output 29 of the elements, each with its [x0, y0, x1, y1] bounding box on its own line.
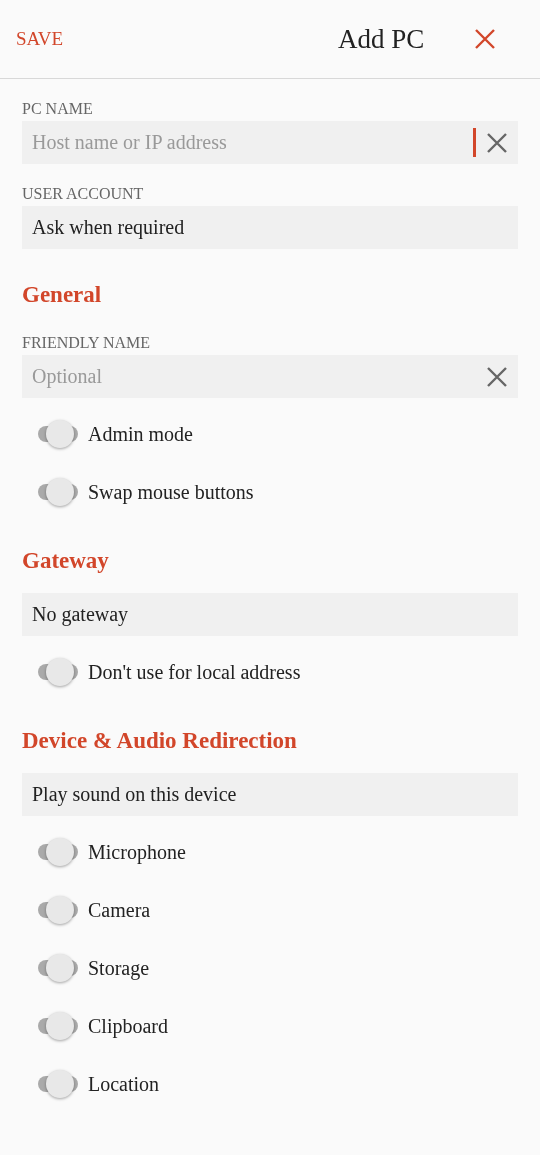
toggle-label: Clipboard [88, 1014, 168, 1038]
close-button[interactable] [474, 28, 496, 50]
toggle-label: Storage [88, 956, 150, 980]
clear-button[interactable] [486, 131, 508, 154]
toggle-label: Location [88, 1072, 160, 1096]
field-label: PC NAME [22, 99, 94, 119]
field-label: FRIENDLY NAME [22, 333, 152, 353]
input-field[interactable]: Optional [32, 365, 486, 388]
section-heading: Device & Audio Redirection [22, 727, 298, 755]
toggle-label: Camera [88, 898, 151, 922]
clear-icon [486, 365, 508, 388]
close-icon [474, 28, 496, 50]
input-field[interactable]: Host name or IP address [32, 131, 473, 154]
text-field[interactable]: Optional [22, 355, 518, 398]
toggle-label: Microphone [88, 840, 186, 864]
section-heading: Gateway [22, 547, 110, 575]
text-field[interactable]: Host name or IP address [22, 121, 518, 164]
field-label: USER ACCOUNT [22, 184, 145, 204]
save-button[interactable]: SAVE [16, 28, 64, 50]
clear-icon [486, 131, 508, 154]
dropdown[interactable]: No gateway [22, 593, 518, 636]
clear-button[interactable] [486, 365, 508, 388]
dropdown[interactable]: Ask when required [22, 206, 518, 249]
dialog-title: Add PC [338, 24, 425, 55]
toggle-label: Don't use for local address [88, 660, 301, 684]
toggle-label: Swap mouse buttons [88, 480, 254, 504]
section-heading: General [22, 281, 103, 309]
dropdown[interactable]: Play sound on this device [22, 773, 518, 816]
toggle-label: Admin mode [88, 422, 193, 446]
